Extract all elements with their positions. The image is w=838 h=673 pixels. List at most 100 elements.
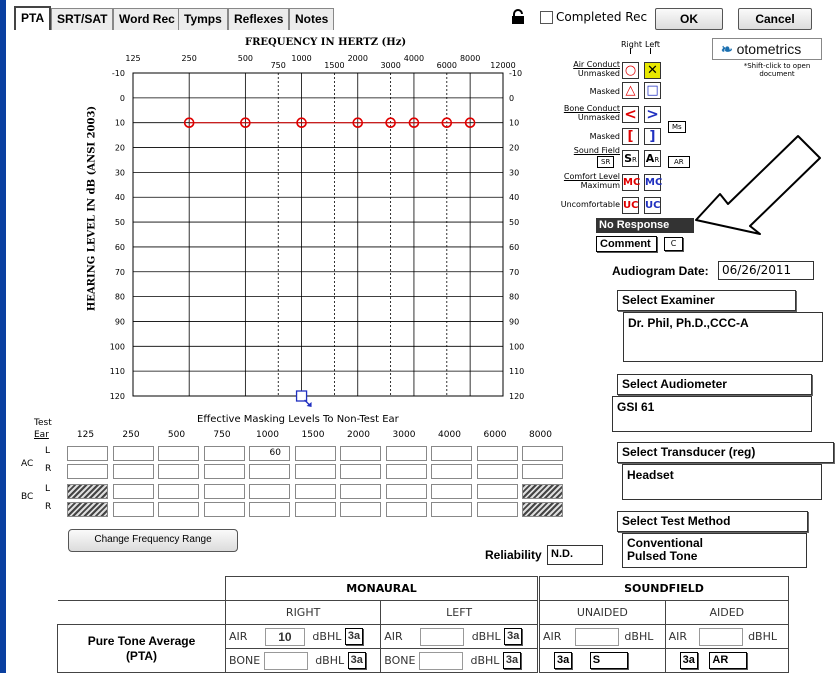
masking-level-field[interactable] bbox=[67, 464, 108, 479]
tab-srt-sat[interactable]: SRT/SAT bbox=[51, 8, 114, 30]
audiogram-date-field[interactable]: 06/26/2011 bbox=[718, 261, 814, 280]
right-ucl-symbol[interactable]: UC bbox=[622, 197, 639, 214]
masking-level-field[interactable] bbox=[112, 464, 154, 479]
masking-level-field[interactable] bbox=[158, 484, 199, 499]
masking-frequency-label: 250 bbox=[122, 430, 140, 440]
unaided-3a-button[interactable]: 3a bbox=[554, 652, 573, 669]
masking-level-field[interactable] bbox=[158, 446, 199, 461]
left-air-unmasked-symbol[interactable]: ✕ bbox=[644, 62, 661, 79]
right-sound-field-symbol[interactable]: SR bbox=[622, 150, 639, 167]
right-air-masked-symbol[interactable]: △ bbox=[622, 82, 639, 99]
right-bone-3a-button[interactable]: 3a bbox=[347, 652, 366, 669]
masking-bc-r-label: R bbox=[45, 502, 52, 512]
left-bone-3a-button[interactable]: 3a bbox=[502, 652, 522, 669]
right-bone-masked-symbol[interactable]: [ bbox=[622, 128, 639, 145]
left-air-pta-field[interactable] bbox=[420, 627, 465, 646]
ar-button[interactable]: AR bbox=[668, 156, 690, 168]
select-test-method-button[interactable]: Select Test Method bbox=[617, 511, 808, 532]
tab-pta[interactable]: PTA bbox=[14, 6, 52, 30]
comment-button[interactable]: Comment bbox=[596, 236, 657, 252]
tab-notes[interactable]: Notes bbox=[289, 8, 335, 30]
otometrics-logo[interactable]: ❧ otometrics bbox=[712, 38, 822, 60]
lock-icon[interactable] bbox=[510, 9, 526, 25]
masking-level-field[interactable] bbox=[203, 502, 245, 517]
cancel-button[interactable]: Cancel bbox=[738, 8, 812, 30]
unaided-s-button[interactable]: S bbox=[589, 652, 628, 669]
masking-level-field[interactable] bbox=[476, 464, 518, 479]
masking-level-field[interactable] bbox=[67, 446, 108, 461]
aided-air-field[interactable] bbox=[698, 627, 743, 646]
masking-level-field[interactable] bbox=[522, 464, 563, 479]
left-air-3a-button[interactable]: 3a bbox=[504, 628, 523, 645]
masking-level-field[interactable] bbox=[158, 464, 199, 479]
select-audiometer-button[interactable]: Select Audiometer bbox=[617, 374, 812, 395]
tab-reflexes[interactable]: Reflexes bbox=[228, 8, 290, 30]
masking-level-field[interactable] bbox=[385, 464, 427, 479]
masking-level-field[interactable]: 60 bbox=[249, 446, 290, 461]
masking-level-field[interactable] bbox=[249, 484, 290, 499]
masking-level-field[interactable] bbox=[340, 464, 381, 479]
masking-level-field[interactable] bbox=[294, 484, 336, 499]
masking-level-field[interactable] bbox=[203, 464, 245, 479]
aided-ar-button[interactable]: AR bbox=[709, 652, 748, 669]
completed-rec-checkbox[interactable] bbox=[540, 11, 553, 24]
masking-level-field[interactable] bbox=[431, 502, 472, 517]
select-examiner-button[interactable]: Select Examiner bbox=[617, 290, 796, 311]
masking-level-field[interactable] bbox=[112, 502, 154, 517]
masking-level-field[interactable] bbox=[203, 446, 245, 461]
left-bone-pta-field[interactable] bbox=[418, 651, 463, 670]
right-bone-unmasked-symbol[interactable]: < bbox=[622, 106, 639, 123]
masking-level-field[interactable] bbox=[340, 502, 381, 517]
masking-level-field[interactable] bbox=[476, 446, 518, 461]
reliability-field[interactable]: N.D. bbox=[547, 545, 603, 565]
left-bone-unmasked-symbol[interactable]: > bbox=[644, 106, 661, 123]
sr-button[interactable]: SR bbox=[597, 156, 615, 168]
right-air-unmasked-symbol[interactable]: ○ bbox=[622, 62, 639, 79]
test-method-field[interactable]: Conventional Pulsed Tone bbox=[622, 533, 807, 568]
masking-level-field[interactable] bbox=[294, 446, 336, 461]
unaided-air-field[interactable] bbox=[574, 627, 619, 646]
masking-level-field[interactable] bbox=[112, 446, 154, 461]
right-air-pta-field[interactable]: 10 bbox=[264, 627, 305, 646]
masking-level-field[interactable] bbox=[249, 464, 290, 479]
ms-button[interactable]: Ms bbox=[668, 121, 686, 133]
examiner-field[interactable]: Dr. Phil, Ph.D.,CCC-A bbox=[623, 312, 823, 362]
left-sound-field-symbol[interactable]: AR bbox=[644, 150, 661, 167]
audiogram-chart[interactable]: -10 -10 0 0 10 10 20 20 30 30 40 40 50 50 60 60 70 70 80 80… bbox=[95, 48, 535, 408]
masking-level-field[interactable] bbox=[522, 446, 563, 461]
right-air-3a-button[interactable]: 3a bbox=[344, 628, 364, 645]
masking-level-field[interactable] bbox=[249, 502, 290, 517]
masking-level-field[interactable] bbox=[385, 502, 427, 517]
left-mcl-symbol[interactable]: MC bbox=[644, 174, 662, 191]
right-bone-pta-field[interactable] bbox=[263, 651, 308, 670]
aided-3a-button[interactable]: 3a bbox=[679, 652, 698, 669]
masking-level-field[interactable] bbox=[340, 446, 381, 461]
left-bone-masked-symbol[interactable]: ] bbox=[644, 128, 661, 145]
select-transducer-button[interactable]: Select Transducer (reg) bbox=[617, 442, 834, 463]
masking-level-field[interactable] bbox=[294, 502, 336, 517]
masking-level-field[interactable] bbox=[203, 484, 245, 499]
masking-level-field[interactable] bbox=[431, 446, 472, 461]
tab-tymps[interactable]: Tymps bbox=[178, 8, 228, 30]
masking-level-field[interactable] bbox=[385, 446, 427, 461]
masking-level-field[interactable] bbox=[385, 484, 427, 499]
ok-button[interactable]: OK bbox=[655, 8, 723, 30]
audiometer-field[interactable]: GSI 61 bbox=[612, 396, 812, 432]
masking-level-field[interactable] bbox=[431, 484, 472, 499]
masking-level-field[interactable] bbox=[294, 464, 336, 479]
masking-bc-l-label: L bbox=[45, 484, 51, 494]
left-air-masked-symbol[interactable]: □ bbox=[644, 82, 661, 99]
masking-level-field[interactable] bbox=[476, 502, 518, 517]
masking-level-field[interactable] bbox=[431, 464, 472, 479]
masking-level-field[interactable] bbox=[476, 484, 518, 499]
masking-level-field[interactable] bbox=[112, 484, 154, 499]
no-response-button[interactable]: No Response bbox=[596, 218, 694, 233]
comment-c-button[interactable]: C bbox=[664, 237, 683, 251]
transducer-field[interactable]: Headset bbox=[622, 464, 822, 500]
tab-word-rec[interactable]: Word Rec bbox=[113, 8, 181, 30]
change-frequency-range-button[interactable]: Change Frequency Range bbox=[68, 529, 238, 552]
right-mcl-symbol[interactable]: MC bbox=[622, 174, 640, 191]
masking-level-field[interactable] bbox=[158, 502, 199, 517]
left-ucl-symbol[interactable]: UC bbox=[644, 197, 661, 214]
masking-level-field[interactable] bbox=[340, 484, 381, 499]
